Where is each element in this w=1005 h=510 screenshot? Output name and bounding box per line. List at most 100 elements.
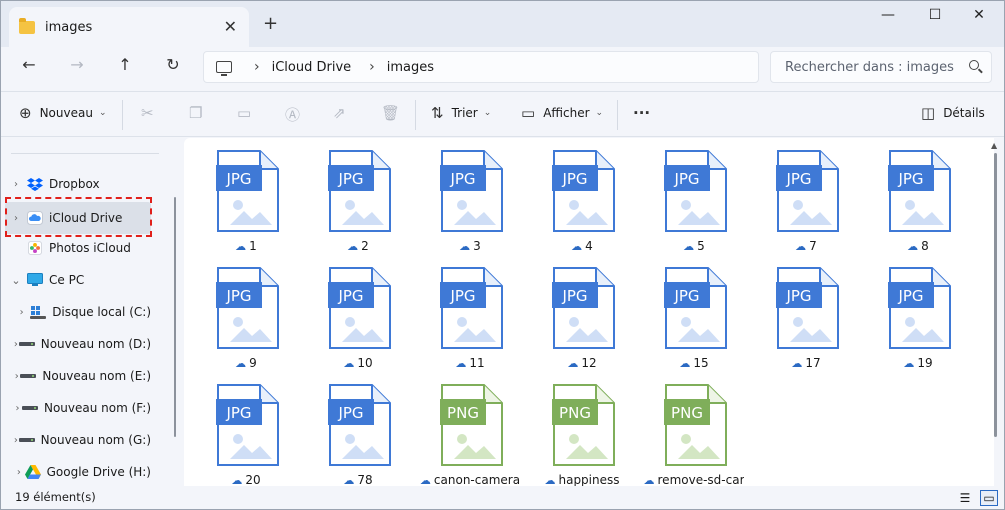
sidebar-item-google-drive-h[interactable]: › Google Drive (H:) [5,458,151,486]
tab-images[interactable]: images ✕ [9,7,249,47]
more-options-button[interactable]: ··· [633,104,658,122]
image-file-icon: JPG [888,267,951,349]
new-tab-button[interactable]: + [263,13,278,34]
image-file-icon: JPG [776,267,839,349]
share-icon: ⇗ [333,104,346,122]
sidebar-item-nouveau-nom-f[interactable]: › Nouveau nom (F:) [5,394,151,422]
forward-button[interactable]: → [63,55,91,79]
refresh-button[interactable]: ↻ [159,55,187,79]
sidebar-item-disque-local-c[interactable]: › Disque local (C:) [5,298,151,326]
image-file-icon: JPG [440,150,503,232]
image-file-icon: JPG [216,267,279,349]
new-button[interactable]: ⊕ Nouveau ⌄ [19,104,107,122]
file-item[interactable]: JPG ☁ 8 [868,138,968,254]
cut-button[interactable]: ✂ [141,104,162,122]
cloud-status-icon: ☁ [347,239,359,253]
tiles-view-button[interactable]: ▭ [980,490,998,506]
windows-drive-icon [30,305,47,319]
file-item[interactable]: JPG ☁ 7 [756,138,856,254]
content-scrollbar[interactable] [994,153,997,437]
file-item[interactable]: JPG ☁ 19 [868,255,968,371]
sidebar-item-label: Nouveau nom (E:) [42,369,151,383]
back-button[interactable]: ← [15,55,43,79]
file-item[interactable]: JPG ☁ 20 [196,372,296,486]
file-item[interactable]: JPG ☁ 10 [308,255,408,371]
cloud-status-icon: ☁ [231,473,243,487]
file-explorer-window: images ✕ + — ☐ ✕ ← → ↑ ↻ › iCloud Drive … [0,0,1005,510]
search-box[interactable]: Rechercher dans : images [770,51,992,83]
minimize-button[interactable]: — [865,7,911,27]
file-name: ☁ 3 [420,239,520,253]
search-icon [969,60,979,70]
cloud-status-icon: ☁ [343,473,355,487]
up-button[interactable]: ↑ [111,55,139,79]
sort-button[interactable]: ⇅ Trier ⌄ [431,104,491,122]
file-item[interactable]: PNG ☁ remove-sd-car [644,372,744,486]
view-label: Afficher [543,106,590,120]
photos-icon [27,241,43,255]
cloud-status-icon: ☁ [683,239,695,253]
file-item[interactable]: JPG ☁ 1 [196,138,296,254]
chevron-right-icon[interactable]: › [5,179,27,190]
sidebar-item-photos-icloud[interactable]: Photos iCloud [5,234,151,262]
breadcrumb-separator: › [254,59,260,75]
rename-button[interactable]: Ⓐ [285,104,308,125]
breadcrumb-icloud-drive[interactable]: iCloud Drive [272,60,352,75]
delete-button[interactable]: 🗑 [381,104,408,122]
file-item[interactable]: JPG ☁ 12 [532,255,632,371]
file-item[interactable]: JPG ☁ 11 [420,255,520,371]
file-type-badge: JPG [561,287,587,305]
file-name-text: 12 [581,356,597,370]
scroll-up-arrow[interactable]: ▲ [991,141,997,150]
breadcrumb-images[interactable]: images [387,60,434,75]
tab-bar: images ✕ + — ☐ ✕ [1,1,1004,47]
file-item[interactable]: PNG ☁ happiness [532,372,632,486]
file-type-badge: JPG [561,170,587,188]
more-icon: ··· [633,104,651,122]
window-close-button[interactable]: ✕ [956,7,1002,27]
copy-button[interactable]: ❐ [189,104,210,122]
dropbox-icon [27,177,43,191]
status-bar: 19 élément(s) ☰ ▭ [1,486,1004,509]
file-item[interactable]: JPG ☁ 2 [308,138,408,254]
sidebar-item-nouveau-nom-d[interactable]: › Nouveau nom (D:) [5,330,151,358]
chevron-right-icon[interactable]: › [13,371,20,382]
file-item[interactable]: JPG ☁ 9 [196,255,296,371]
details-view-button[interactable]: ☰ [956,490,974,506]
sidebar-item-dropbox[interactable]: › Dropbox [5,170,151,198]
file-type-badge: JPG [225,404,251,422]
chevron-down-icon[interactable]: ⌄ [5,274,27,287]
address-bar[interactable]: › iCloud Drive › images [203,51,759,83]
sidebar-item-label: Nouveau nom (F:) [43,401,151,415]
file-item[interactable]: JPG ☁ 4 [532,138,632,254]
chevron-right-icon[interactable]: › [13,403,22,414]
tab-close-icon[interactable]: ✕ [224,17,237,36]
paste-button[interactable]: ▭ [237,104,259,122]
file-name: ☁ 11 [420,356,520,370]
file-item[interactable]: JPG ☁ 3 [420,138,520,254]
file-type-badge: JPG [225,287,251,305]
drive-icon [18,433,35,447]
details-button[interactable]: ◫ Détails [921,104,985,122]
sidebar-item-nouveau-nom-g[interactable]: › Nouveau nom (G:) [5,426,151,454]
share-button[interactable]: ⇗ [333,104,354,122]
file-item[interactable]: PNG ☁ canon-camera [420,372,520,486]
file-item[interactable]: JPG ☁ 78 [308,372,408,486]
file-item[interactable]: JPG ☁ 15 [644,255,744,371]
chevron-right-icon[interactable]: › [13,307,30,318]
sidebar-item-ce-pc[interactable]: ⌄ Ce PC [5,266,151,294]
sidebar-scrollbar[interactable] [174,197,176,437]
image-file-icon: JPG [664,150,727,232]
view-button[interactable]: ▭ Afficher ⌄ [521,104,603,122]
sidebar-item-label: Photos iCloud [49,241,131,255]
file-item[interactable]: JPG ☁ 17 [756,255,856,371]
sidebar-item-nouveau-nom-e[interactable]: › Nouveau nom (E:) [5,362,151,390]
chevron-right-icon[interactable]: › [13,467,25,478]
file-item[interactable]: JPG ☁ 5 [644,138,744,254]
plus-circle-icon: ⊕ [19,104,32,122]
file-view: JPG ☁ 1 JPG ☁ 2 JPG ☁ 3 JPG ☁ 4 JPG ☁ 5 JPG ☁ 7 JPG ☁ 8 JPG ☁ 9… [184,138,994,486]
maximize-button[interactable]: ☐ [912,7,958,27]
drive-icon [18,337,35,351]
list-view-icon: ☰ [959,491,971,505]
clipboard-icon: ▭ [237,104,252,122]
